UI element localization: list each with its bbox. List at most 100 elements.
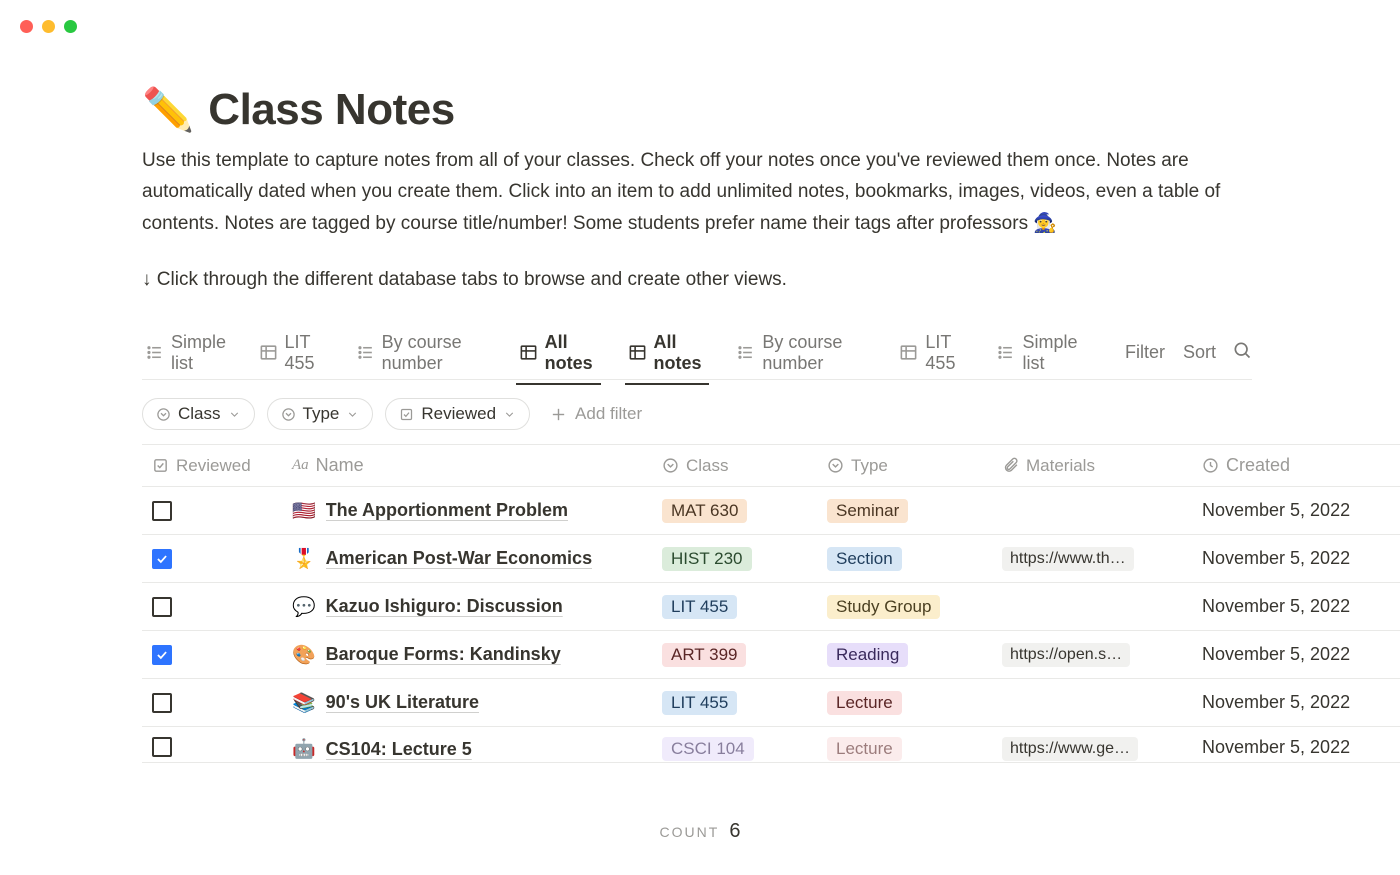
cell-materials[interactable]: https://www.ge… (992, 737, 1192, 761)
cell-created: November 5, 2022 (1192, 596, 1382, 617)
cell-type[interactable]: Reading (817, 643, 992, 667)
list-icon (996, 343, 1015, 362)
column-header-name[interactable]: Aa Name (282, 455, 652, 476)
reviewed-checkbox[interactable] (152, 693, 172, 713)
table-row[interactable]: 🇺🇸The Apportionment Problem MAT 630 Semina… (142, 487, 1400, 535)
material-link[interactable]: https://open.s… (1002, 643, 1130, 667)
note-title: CS104: Lecture 5 (326, 739, 472, 760)
filter-reviewed[interactable]: Reviewed (385, 398, 530, 430)
cell-reviewed (142, 501, 282, 521)
table-icon (899, 343, 918, 362)
view-tab-all-notes[interactable]: All notes (516, 332, 601, 384)
add-filter-button[interactable]: Add filter (550, 404, 642, 424)
cell-created: November 5, 2022 (1192, 548, 1382, 569)
note-title: 90's UK Literature (326, 692, 479, 713)
table-row[interactable]: 💬Kazuo Ishiguro: Discussion LIT 455 Study … (142, 583, 1400, 631)
material-link[interactable]: https://www.ge… (1002, 737, 1138, 761)
column-header-created[interactable]: Created (1192, 455, 1382, 476)
view-tab-all-notes[interactable]: All notes (625, 332, 710, 384)
cell-type[interactable]: Lecture (817, 691, 992, 715)
cell-type[interactable]: Section (817, 547, 992, 571)
view-tab-label: By course number (382, 332, 489, 374)
view-tab-label: Simple list (1022, 332, 1080, 374)
reviewed-checkbox[interactable] (152, 549, 172, 569)
class-tag: LIT 455 (662, 691, 737, 715)
table-icon (519, 343, 538, 362)
table-row[interactable]: 🎖️American Post-War EconomicsHIST 230 Sec… (142, 535, 1400, 583)
table-row[interactable]: 🤖 CS104: Lecture 5 CSCI 104 Lecture https://… (142, 727, 1400, 763)
cell-created: November 5, 2022 (1192, 500, 1382, 521)
cell-class[interactable]: LIT 455 (652, 595, 817, 619)
cell-type[interactable]: Study Group (817, 595, 992, 619)
view-tab-simple-list[interactable]: Simple list (993, 332, 1083, 384)
filter-label: Class (178, 404, 221, 424)
minimize-window-button[interactable] (42, 20, 55, 33)
filter-action[interactable]: Filter (1125, 342, 1165, 373)
page-title[interactable]: Class Notes (208, 85, 454, 135)
view-tab-simple-list[interactable]: Simple list (142, 332, 232, 384)
close-window-button[interactable] (20, 20, 33, 33)
view-tab-lit-455[interactable]: LIT 455 (256, 332, 329, 384)
cell-name[interactable]: 🎨Baroque Forms: Kandinsky (282, 643, 652, 667)
reviewed-checkbox[interactable] (152, 645, 172, 665)
cell-name[interactable]: 🇺🇸The Apportionment Problem (282, 499, 652, 523)
cell-class[interactable]: HIST 230 (652, 547, 817, 571)
view-tab-label: All notes (545, 332, 598, 374)
cell-type[interactable]: Seminar (817, 499, 992, 523)
views-tab-bar: Simple listLIT 455By course numberAll no… (142, 336, 1252, 380)
type-tag: Seminar (827, 499, 908, 523)
page-icon[interactable]: ✏️ (142, 89, 194, 131)
cell-name[interactable]: 🎖️American Post-War Economics (282, 547, 652, 571)
cell-materials[interactable]: https://open.s… (992, 643, 1192, 667)
cell-name[interactable]: 📚 90's UK Literature (282, 691, 652, 715)
column-header-type[interactable]: Type (817, 456, 992, 476)
type-tag: Lecture (827, 691, 902, 715)
checkbox-icon (399, 407, 414, 422)
page-hint: ↓ Click through the different database t… (142, 269, 1400, 291)
sort-action[interactable]: Sort (1183, 342, 1216, 373)
select-icon (281, 407, 296, 422)
view-tab-lit-455[interactable]: LIT 455 (896, 332, 969, 384)
column-header-class[interactable]: Class (652, 456, 817, 476)
cell-class[interactable]: MAT 630 (652, 499, 817, 523)
filter-class[interactable]: Class (142, 398, 255, 430)
reviewed-checkbox[interactable] (152, 597, 172, 617)
page-title-row: ✏️ Class Notes (142, 85, 1400, 135)
cell-name[interactable]: 💬Kazuo Ishiguro: Discussion (282, 595, 652, 619)
cell-class[interactable]: ART 399 (652, 643, 817, 667)
material-link[interactable]: https://www.th… (1002, 547, 1134, 571)
table-row[interactable]: 📚90's UK LiteratureLIT 455LectureNovembe… (142, 679, 1400, 727)
reviewed-checkbox[interactable] (152, 501, 172, 521)
maximize-window-button[interactable] (64, 20, 77, 33)
view-tab-by-course-number[interactable]: By course number (733, 332, 872, 384)
chevron-down-icon (228, 408, 241, 421)
column-header-reviewed[interactable]: Reviewed (142, 456, 282, 476)
note-emoji-icon: 📚 (292, 691, 316, 715)
table-row[interactable]: 🎨Baroque Forms: KandinskyART 399Reading h… (142, 631, 1400, 679)
cell-class[interactable]: LIT 455 (652, 691, 817, 715)
window-traffic-lights (20, 20, 77, 33)
cell-materials[interactable]: https://www.th… (992, 547, 1192, 571)
notes-table: Reviewed Aa Name Class Type Materials Cr… (142, 444, 1400, 763)
table-icon (628, 343, 647, 362)
type-tag: Section (827, 547, 902, 571)
note-emoji-icon: 🎖️ (292, 547, 316, 571)
chevron-down-icon (503, 408, 516, 421)
filter-type[interactable]: Type (267, 398, 374, 430)
class-tag: MAT 630 (662, 499, 747, 523)
select-icon (156, 407, 171, 422)
search-icon[interactable] (1232, 340, 1252, 375)
reviewed-checkbox[interactable] (152, 737, 172, 757)
view-tab-label: LIT 455 (285, 332, 326, 374)
filter-label: Reviewed (421, 404, 496, 424)
cell-class[interactable]: CSCI 104 (652, 737, 817, 761)
note-emoji-icon: 🤖 (292, 737, 316, 761)
view-tab-by-course-number[interactable]: By course number (353, 332, 492, 384)
column-header-materials[interactable]: Materials (992, 456, 1192, 476)
cell-type[interactable]: Lecture (817, 737, 992, 761)
add-filter-label: Add filter (575, 404, 642, 424)
type-tag: Lecture (827, 737, 902, 761)
page-description[interactable]: Use this template to capture notes from … (142, 145, 1242, 239)
cell-name[interactable]: 🤖 CS104: Lecture 5 (282, 737, 652, 761)
class-tag: LIT 455 (662, 595, 737, 619)
